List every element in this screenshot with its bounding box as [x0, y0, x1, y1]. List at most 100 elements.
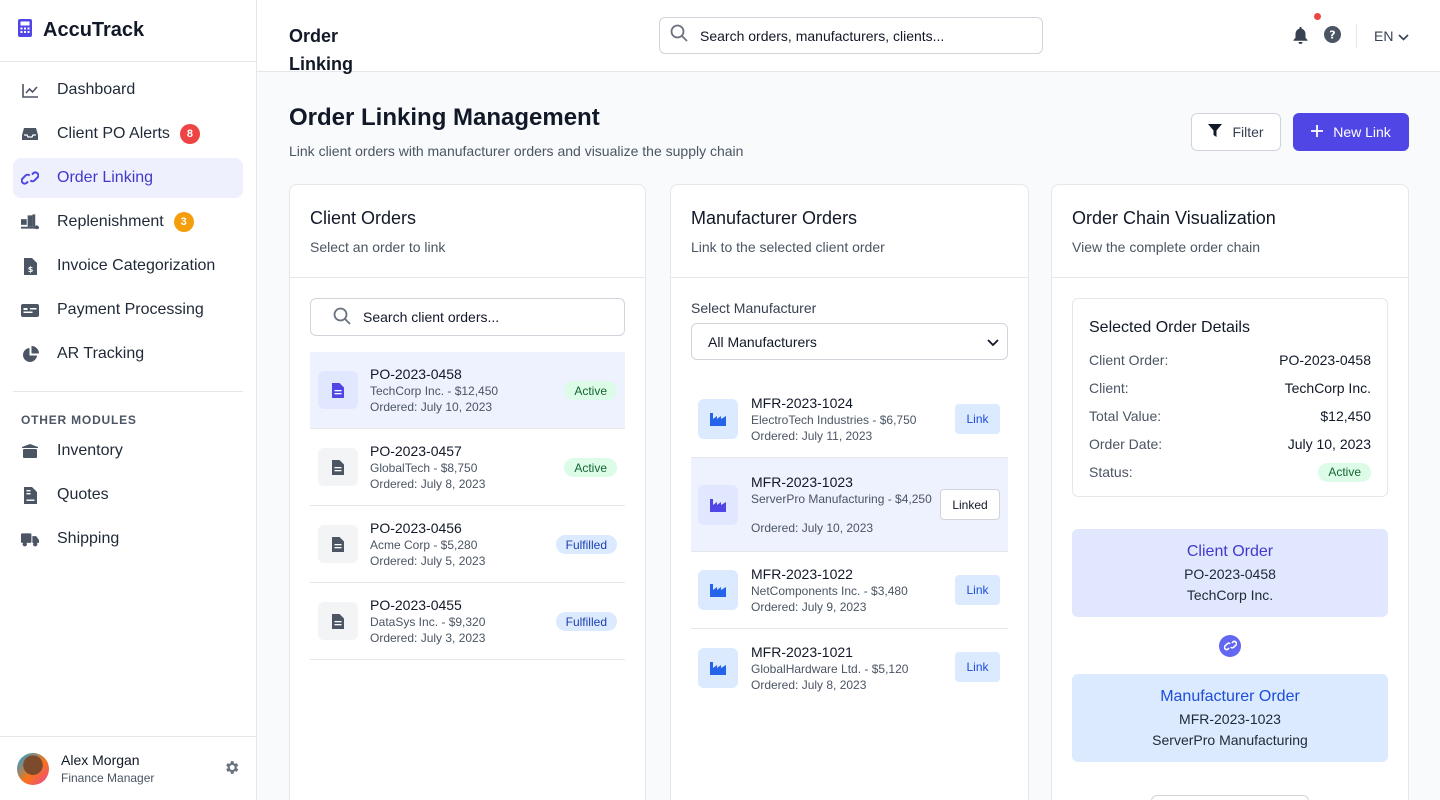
order-id: PO-2023-0456 [370, 520, 462, 536]
divider [1356, 24, 1357, 48]
user-profile[interactable]: Alex Morgan Finance Manager [0, 736, 256, 800]
sidebar-item-quotes[interactable]: Quotes [13, 475, 243, 515]
order-manufacturer-amount: ServerPro Manufacturing - $4,250 [751, 492, 932, 506]
chart-pie-icon [21, 345, 39, 363]
sidebar-item-payment-processing[interactable]: Payment Processing [13, 290, 243, 330]
panel-title: Manufacturer Orders [691, 208, 858, 228]
notification-dot [1314, 13, 1321, 20]
money-check-icon [21, 301, 39, 319]
chain-node-id: MFR-2023-1023 [1179, 711, 1281, 727]
order-date: Ordered: July 5, 2023 [370, 554, 486, 568]
detail-label: Client Order: [1089, 352, 1169, 368]
status-badge: Fulfilled [555, 612, 617, 631]
order-id: MFR-2023-1024 [751, 395, 853, 411]
chain-node-id: PO-2023-0458 [1184, 566, 1276, 582]
order-client-amount: TechCorp Inc. - $12,450 [370, 384, 499, 398]
brand[interactable]: AccuTrack [0, 0, 256, 62]
global-search[interactable] [659, 17, 1043, 54]
chain-client-order-node[interactable]: Client Order PO-2023-0458 TechCorp Inc. [1072, 529, 1388, 617]
user-name: Alex Morgan [61, 752, 140, 768]
linked-button[interactable]: Linked [940, 489, 1000, 520]
manufacturer-order-row[interactable]: MFR-2023-1021 GlobalHardware Ltd. - $5,1… [691, 629, 1008, 706]
shipping-truck-icon [21, 530, 39, 548]
detail-label: Order Date: [1089, 436, 1163, 452]
client-orders-panel: Client Orders Select an order to link Se… [289, 184, 646, 800]
panel-subtitle: Link to the selected client order [691, 239, 885, 255]
order-id: MFR-2023-1021 [751, 643, 853, 660]
detail-value: July 10, 2023 [1287, 436, 1371, 452]
search-input[interactable] [700, 27, 1020, 44]
filter-icon [1208, 124, 1232, 140]
order-id: PO-2023-0457 [370, 443, 462, 459]
panel-subtitle: Select an order to link [310, 239, 446, 255]
panel-subtitle: View the complete order chain [1072, 239, 1261, 255]
new-link-button[interactable]: New Link [1293, 113, 1409, 151]
sidebar-item-dashboard[interactable]: Dashboard [13, 70, 243, 110]
sidebar-item-label: Order Linking [57, 169, 154, 186]
gear-icon[interactable] [223, 759, 240, 781]
client-order-row[interactable]: PO-2023-0456 Acme Corp - $5,280 Ordered:… [310, 506, 625, 583]
sidebar-item-replenishment[interactable]: Replenishment 3 [13, 202, 243, 242]
order-id: MFR-2023-1022 [751, 566, 853, 582]
manufacturer-order-row[interactable]: MFR-2023-1022 NetComponents Inc. - $3,48… [691, 552, 1008, 629]
order-id: PO-2023-0458 [370, 366, 462, 382]
svg-text:?: ? [1329, 29, 1335, 42]
manufacturer-order-list: MFR-2023-1024 ElectroTech Industries - $… [691, 381, 1008, 706]
order-date: Ordered: July 8, 2023 [751, 677, 867, 692]
status-badge: Active [1318, 462, 1371, 482]
panel-header: Order Chain Visualization View the compl… [1052, 185, 1408, 278]
filter-button[interactable]: Filter [1191, 113, 1281, 151]
detail-value: $12,450 [1320, 408, 1371, 424]
manufacturer-select[interactable]: All Manufacturers [691, 323, 1008, 360]
client-order-search[interactable]: Search client orders... [310, 298, 625, 336]
notification-bell-icon[interactable] [1293, 27, 1308, 49]
inbox-icon [21, 125, 39, 143]
manufacturer-order-row[interactable]: MFR-2023-1023 ServerPro Manufacturing - … [691, 458, 1008, 552]
sidebar-item-inventory[interactable]: Inventory [13, 431, 243, 471]
status-badge: Active [564, 458, 617, 477]
sidebar-item-label: Replenishment [57, 213, 164, 230]
page-title: Order Linking Management [289, 104, 600, 131]
link-button[interactable]: Link [955, 652, 1000, 682]
detail-label: Client: [1089, 380, 1129, 396]
truck-loading-icon [21, 213, 39, 231]
client-order-row[interactable]: PO-2023-0457 GlobalTech - $8,750 Ordered… [310, 429, 625, 506]
industry-icon [698, 484, 738, 525]
file-icon [318, 602, 358, 640]
order-date: Ordered: July 8, 2023 [370, 477, 486, 491]
client-order-row[interactable]: PO-2023-0455 DataSys Inc. - $9,320 Order… [310, 583, 625, 660]
alert-count-badge: 8 [179, 124, 200, 144]
language-label: EN [1374, 28, 1394, 44]
detail-row: Status: Active [1089, 458, 1371, 486]
sidebar-item-label: Shipping [57, 530, 120, 547]
client-order-list: PO-2023-0458 TechCorp Inc. - $12,450 Ord… [310, 352, 625, 660]
new-link-button-label: New Link [1333, 124, 1391, 140]
sidebar-item-order-linking[interactable]: Order Linking [13, 158, 243, 198]
search-icon [670, 24, 688, 47]
order-manufacturer-amount: NetComponents Inc. - $3,480 [751, 584, 908, 598]
help-icon[interactable]: ? [1324, 26, 1341, 48]
order-manufacturer-amount: GlobalHardware Ltd. - $5,120 [751, 661, 909, 676]
svg-text:$: $ [27, 265, 33, 274]
chevron-down-icon [987, 334, 999, 350]
filter-button-label: Filter [1232, 124, 1264, 140]
sidebar-item-client-po-alerts[interactable]: Client PO Alerts 8 [13, 114, 243, 154]
sidebar: AccuTrack Dashboard Client PO Alerts 8 O… [0, 0, 257, 800]
sidebar-item-shipping[interactable]: Shipping [13, 519, 243, 559]
sidebar-item-invoice-categorization[interactable]: $ Invoice Categorization [13, 246, 243, 286]
order-chain-panel: Order Chain Visualization View the compl… [1051, 184, 1409, 800]
status-badge: Active [564, 381, 617, 400]
sidebar-item-label: Client PO Alerts [57, 125, 170, 142]
client-order-row[interactable]: PO-2023-0458 TechCorp Inc. - $12,450 Ord… [310, 352, 625, 429]
link-button[interactable]: Link [955, 575, 1000, 605]
link-button[interactable]: Link [955, 404, 1000, 434]
sidebar-item-ar-tracking[interactable]: AR Tracking [13, 334, 243, 374]
panel-header: Manufacturer Orders Link to the selected… [671, 185, 1028, 278]
manufacturer-order-row[interactable]: MFR-2023-1024 ElectroTech Industries - $… [691, 381, 1008, 458]
language-selector[interactable]: EN [1374, 28, 1410, 44]
order-manufacturer-amount: ElectroTech Industries - $6,750 [751, 413, 917, 427]
app-name: AccuTrack [43, 19, 145, 41]
detail-value: PO-2023-0458 [1279, 352, 1371, 368]
chain-manufacturer-order-node[interactable]: Manufacturer Order MFR-2023-1023 ServerP… [1072, 674, 1388, 762]
main-nav: Dashboard Client PO Alerts 8 Order Linki… [0, 62, 256, 559]
